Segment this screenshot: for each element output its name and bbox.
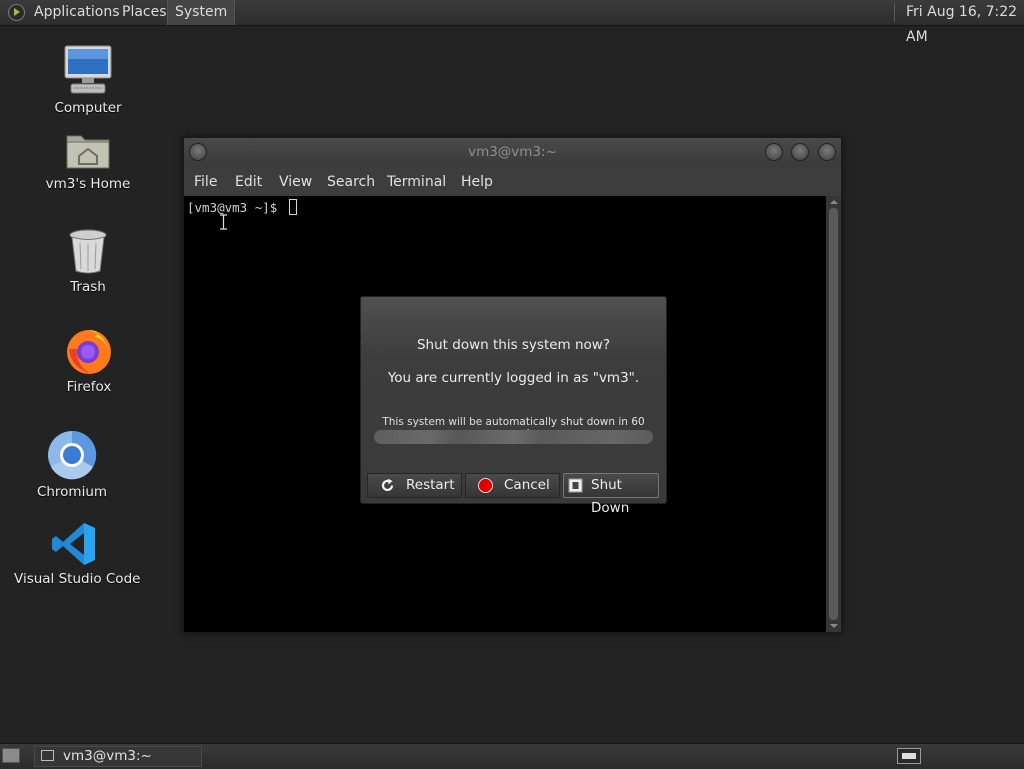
desktop-icon-label: Visual Studio Code <box>14 571 141 587</box>
panel-separator <box>894 3 895 22</box>
desktop-icon-computer[interactable]: Computer <box>28 44 148 116</box>
menu-system[interactable]: System <box>167 0 236 25</box>
cancel-button[interactable]: Cancel <box>465 473 560 498</box>
terminal-title: vm3@vm3:~ <box>468 144 557 160</box>
desktop-icon-chromium[interactable]: Chromium <box>12 430 132 500</box>
maximize-icon[interactable] <box>791 143 809 161</box>
terminal-titlebar[interactable]: vm3@vm3:~ <box>184 138 841 167</box>
trash-icon <box>69 229 107 274</box>
text-cursor <box>289 199 297 215</box>
restart-button[interactable]: Restart <box>367 473 462 498</box>
desktop-icon-label: Chromium <box>36 484 108 500</box>
dialog-question: Shut down this system now? <box>416 337 611 353</box>
restart-label: Restart <box>406 477 455 493</box>
top-panel: Applications Places System Fri Aug 16, 7… <box>0 0 1024 45</box>
menu-places[interactable]: Places <box>122 0 167 25</box>
menu-applications[interactable]: Applications <box>34 0 120 25</box>
shutdown-icon <box>568 478 583 493</box>
desktop-icon-firefox[interactable]: Firefox <box>29 327 149 395</box>
shutdown-label: Shut Down <box>591 477 630 516</box>
shutdown-dialog: Shut down this system now? You are curre… <box>360 296 667 516</box>
firefox-icon <box>67 330 111 374</box>
shell-prompt: [vm3@vm3 ~]$ <box>187 200 285 215</box>
scroll-down-icon[interactable] <box>830 624 838 628</box>
menu-terminal[interactable]: Terminal <box>387 169 446 196</box>
menu-file[interactable]: File <box>194 169 217 196</box>
desktop-icon-label: vm3's Home <box>45 176 131 192</box>
cancel-label: Cancel <box>504 477 550 493</box>
workspace-switcher-icon[interactable] <box>897 748 921 764</box>
close-icon[interactable] <box>818 143 836 161</box>
ibeam-cursor-icon <box>220 214 227 230</box>
menu-help[interactable]: Help <box>461 169 493 196</box>
desktop-icon-home[interactable]: vm3's Home <box>28 128 148 192</box>
desktop-icon-trash[interactable]: Trash <box>28 229 148 295</box>
terminal-scrollbar[interactable] <box>826 196 841 632</box>
clock[interactable]: Fri Aug 16, 7:22 AM <box>906 0 1024 50</box>
restart-icon <box>381 478 394 492</box>
applications-logo-icon[interactable] <box>8 4 25 21</box>
countdown-progress-fill <box>374 430 653 444</box>
show-desktop-icon[interactable] <box>2 748 20 763</box>
home-folder-icon <box>66 135 110 169</box>
scroll-up-icon[interactable] <box>830 200 838 204</box>
scroll-thumb[interactable] <box>829 208 838 620</box>
computer-icon <box>64 45 112 94</box>
countdown-progress-bar <box>374 430 653 444</box>
menu-edit[interactable]: Edit <box>235 169 262 196</box>
desktop-icon-vscode[interactable]: Visual Studio Code <box>14 521 141 587</box>
desktop-icon-label: Trash <box>70 279 106 295</box>
desktop-icon-label: Firefox <box>66 379 112 395</box>
vscode-icon <box>52 523 95 565</box>
bottom-panel: vm3@vm3:~ <box>0 743 1024 769</box>
menu-search[interactable]: Search <box>327 169 375 196</box>
shutdown-button[interactable]: Shut Down <box>563 473 659 516</box>
taskbar-item-terminal[interactable]: vm3@vm3:~ <box>34 746 202 767</box>
terminal-icon <box>41 750 54 761</box>
menu-view[interactable]: View <box>279 169 312 196</box>
minimize-icon[interactable] <box>765 143 783 161</box>
chromium-icon <box>48 430 97 480</box>
taskbar-item-label: vm3@vm3:~ <box>63 748 152 764</box>
dialog-logged-in-text: You are currently logged in as "vm3". <box>387 370 640 386</box>
terminal-menubar: File Edit View Search Terminal Help <box>184 169 841 196</box>
cancel-icon <box>478 478 493 493</box>
desktop-icon-label: Computer <box>54 100 122 116</box>
